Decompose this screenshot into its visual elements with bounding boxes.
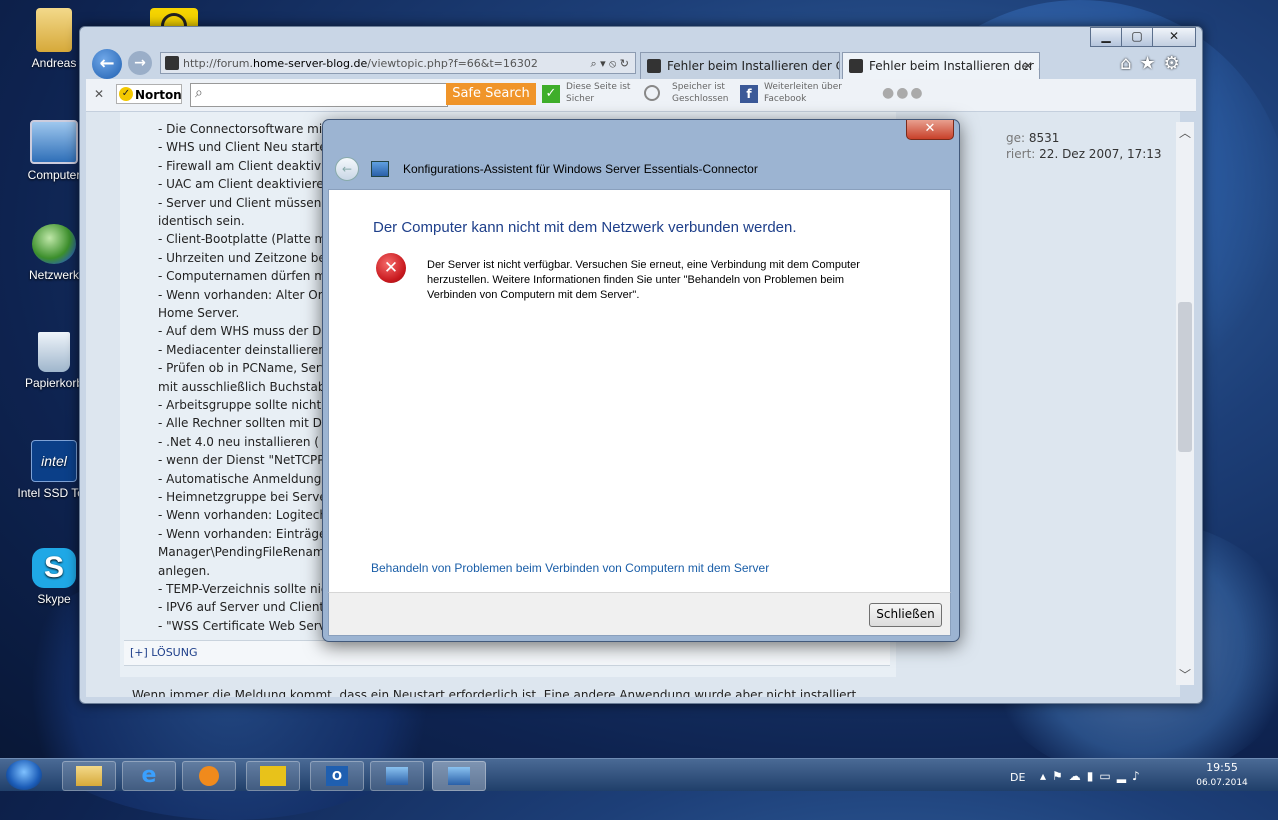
solution-box: [+] LÖSUNG <box>124 640 890 666</box>
close-toolbar-icon[interactable]: ✕ <box>94 87 104 101</box>
dialog-body: Der Computer kann nicht mit dem Netzwerk… <box>328 189 951 593</box>
minimize-button[interactable]: ▁ <box>1090 27 1122 47</box>
language-indicator[interactable]: DE <box>1010 771 1025 784</box>
safe-search-button[interactable]: Safe Search <box>446 83 536 105</box>
settings-gear-icon[interactable]: ⚙ <box>1164 53 1188 74</box>
dialog-footer: Schließen <box>328 592 951 636</box>
tab-active[interactable]: Fehler beim Installieren der ... ✕ <box>842 52 1040 79</box>
site-favicon-icon <box>849 59 863 73</box>
site-favicon-icon <box>647 59 661 73</box>
close-button[interactable]: Schließen <box>869 603 942 627</box>
desktop-icon-label: Computer <box>27 168 81 182</box>
show-hidden-icons[interactable]: ▴ <box>1040 769 1052 783</box>
more-options-icon[interactable]: ●●● <box>882 85 925 101</box>
solution-toggle[interactable]: [+] LÖSUNG <box>130 646 197 659</box>
storage-status[interactable]: Speicher ist Geschlossen <box>672 81 728 105</box>
error-message: Der Server ist nicht verfügbar. Versuche… <box>427 259 860 301</box>
desktop-icon-label: Andreas <box>31 56 77 70</box>
tab-label: Fehler beim Installieren der ... <box>869 59 1040 73</box>
window-controls: ▁ ▢ ✕ <box>1090 27 1196 47</box>
taskbar-connector[interactable] <box>370 761 424 791</box>
taskbar-internet-explorer[interactable]: e <box>122 761 176 791</box>
norton-search-input[interactable]: ⌕ <box>190 83 448 107</box>
folder-icon <box>76 766 102 786</box>
network-globe-icon <box>32 224 76 264</box>
outlook-icon: O <box>326 766 348 786</box>
back-button[interactable]: ← <box>92 49 122 79</box>
site-status[interactable]: Diese Seite ist Sicher <box>566 81 630 105</box>
recycle-bin-icon <box>38 332 70 372</box>
post-line: - WHS und Client Neu starten. <box>158 140 339 155</box>
system-tray-icons[interactable]: ▴⚑☁▮▭▂♪ <box>1040 769 1146 783</box>
taskbar-outlook[interactable]: O <box>310 761 364 791</box>
facebook-icon: f <box>740 85 758 103</box>
scroll-up-icon[interactable]: ︿ <box>1179 124 1191 141</box>
connector-app-icon <box>371 161 389 177</box>
post-line: Home Server. <box>158 306 240 320</box>
site-favicon-icon <box>165 56 179 70</box>
desktop-icon-label: Netzwerk <box>28 268 79 282</box>
taskbar-media-center[interactable] <box>246 761 300 791</box>
dialog-back-button[interactable]: ← <box>335 157 359 181</box>
taskbar: e O DE ▴⚑☁▮▭▂♪ 19:55 06.07.2014 <box>0 758 1278 791</box>
checkmark-icon: ✓ <box>119 87 133 101</box>
media-player-icon <box>199 766 219 786</box>
next-post-text: Wenn immer die Meldung kommt, dass ein N… <box>132 688 857 697</box>
cloud-icon[interactable]: ☁ <box>1069 769 1087 783</box>
skype-icon: S <box>32 548 76 588</box>
clock[interactable]: 19:55 06.07.2014 <box>1190 761 1254 790</box>
post-line: - UAC am Client deaktivieren. <box>158 177 336 192</box>
close-tab-icon[interactable]: ✕ <box>1023 53 1033 79</box>
dialog-heading: Der Computer kann nicht mit dem Netzwerk… <box>373 219 797 236</box>
address-bar[interactable]: http://forum.home-server-blog.de/viewtop… <box>160 52 636 74</box>
computer-icon <box>30 120 78 164</box>
url-path: /viewtopic.php?f=66&t=16302 <box>367 57 538 70</box>
media-center-icon <box>260 766 286 786</box>
taskbar-connector-wizard[interactable] <box>432 761 486 791</box>
home-icon[interactable]: ⌂ <box>1120 53 1139 74</box>
browser-nav-icons: ⌂★⚙ <box>1120 53 1188 74</box>
author-profile: ge: 8531 riert: 22. Dez 2007, 17:13 <box>1006 131 1162 161</box>
favorites-star-icon[interactable]: ★ <box>1139 53 1163 74</box>
intel-logo-icon: intel <box>31 440 77 482</box>
desktop-icon-label: Skype <box>37 592 71 606</box>
dialog-close-button[interactable]: ✕ <box>906 120 954 140</box>
vertical-scrollbar[interactable]: ︿ ﹀ <box>1176 122 1194 685</box>
url-domain: home-server-blog.de <box>253 57 368 70</box>
norton-logo[interactable]: ✓ Norton <box>116 84 182 104</box>
volume-icon[interactable]: ♪ <box>1132 769 1146 783</box>
search-icon: ⌕ <box>195 85 203 101</box>
dialog-title: Konfigurations-Assistent für Windows Ser… <box>403 162 758 176</box>
facebook-share[interactable]: Weiterleiten über Facebook <box>764 81 842 105</box>
scroll-down-icon[interactable]: ﹀ <box>1179 666 1191 683</box>
url-prefix: http://forum. <box>183 57 254 70</box>
forward-button[interactable]: → <box>128 51 152 75</box>
error-icon: ✕ <box>376 253 406 283</box>
tab-inactive[interactable]: Fehler beim Installieren der Co... <box>640 52 840 79</box>
maximize-button[interactable]: ▢ <box>1121 27 1153 47</box>
tab-label: Fehler beim Installieren der Co... <box>667 59 839 73</box>
monitor-icon[interactable]: ▭ <box>1099 769 1116 783</box>
ie-icon: e <box>141 763 157 788</box>
norton-toolbar: ✕ ✓ Norton ⌕ Safe Search ✓ Diese Seite i… <box>86 79 1196 112</box>
folder-icon <box>36 8 72 52</box>
scrollbar-thumb[interactable] <box>1178 302 1192 452</box>
connector-wizard-dialog: ✕ ← Konfigurations-Assistent für Windows… <box>322 119 960 642</box>
troubleshoot-link[interactable]: Behandeln von Problemen beim Verbinden v… <box>371 561 769 575</box>
taskbar-explorer[interactable] <box>62 761 116 791</box>
connector-app-icon <box>386 767 408 785</box>
flag-icon[interactable]: ⚑ <box>1052 769 1069 783</box>
address-bar-icons: ⌕ ▾ ⦸ ↻ <box>590 57 629 70</box>
desktop-icon-label: Papierkorb <box>24 376 84 390</box>
connector-app-icon <box>448 767 470 785</box>
site-safe-check-icon: ✓ <box>542 85 560 103</box>
battery-icon[interactable]: ▮ <box>1087 769 1100 783</box>
storage-icon <box>644 85 660 101</box>
post-line: anlegen. <box>158 563 211 578</box>
post-line: identisch sein. <box>158 214 245 228</box>
signal-icon[interactable]: ▂ <box>1117 769 1132 783</box>
taskbar-media-player[interactable] <box>182 761 236 791</box>
close-window-button[interactable]: ✕ <box>1152 27 1196 47</box>
start-button[interactable] <box>6 760 42 790</box>
